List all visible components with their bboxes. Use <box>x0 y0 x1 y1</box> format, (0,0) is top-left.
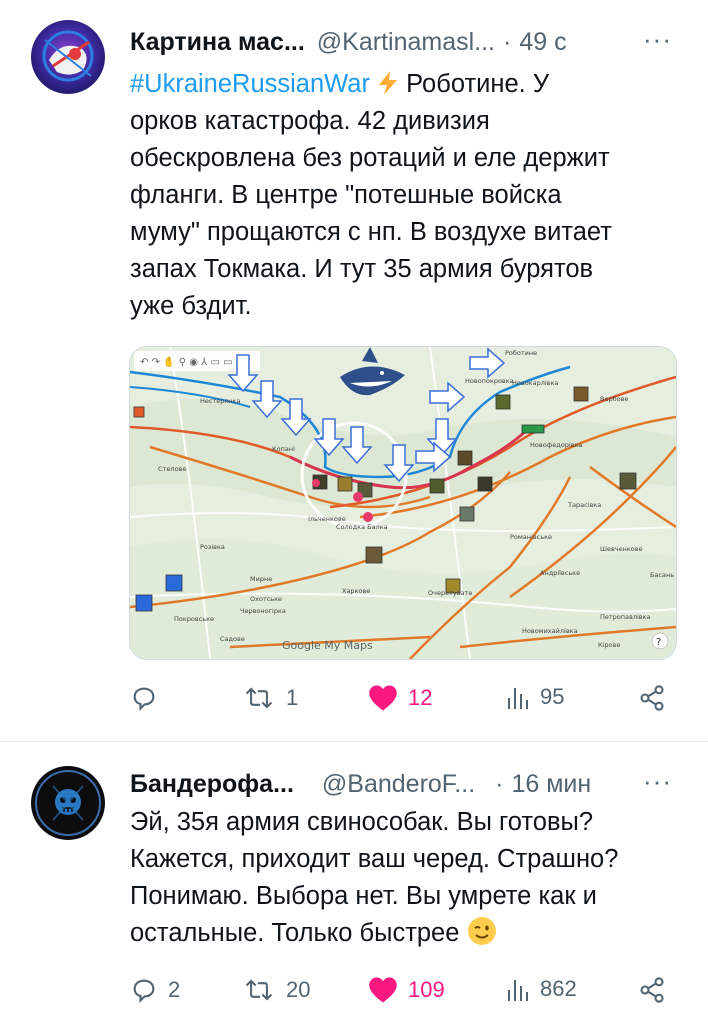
reply-button[interactable] <box>130 684 168 712</box>
reply-icon <box>133 979 155 1004</box>
tweet-header: Картина мас... @Kartinamasl... · 49 с <box>130 28 567 57</box>
author-name[interactable]: Бандерофа... <box>130 770 294 799</box>
reply-count: 2 <box>168 977 181 1002</box>
svg-text:Новопокровка: Новопокровка <box>465 377 514 385</box>
timestamp[interactable]: 16 мин <box>511 770 591 799</box>
tweet-text-line: Эй, 35я армия свинособак. Вы готовы? <box>130 808 593 836</box>
share-button[interactable] <box>638 684 666 712</box>
share-icon <box>640 977 664 1003</box>
more-options-button[interactable]: ··· <box>643 766 672 797</box>
more-options-button[interactable]: ··· <box>643 24 672 55</box>
like-count: 109 <box>408 977 445 1002</box>
tweet-text: Эй, 35я армия свинособак. Вы готовы? Каж… <box>130 804 690 952</box>
retweet-count: 20 <box>286 977 311 1002</box>
tweet-1[interactable]: Картина мас... @Kartinamasl... · 49 с ··… <box>0 0 708 742</box>
wink-emoji-icon <box>467 917 496 945</box>
author-avatar[interactable] <box>31 20 105 94</box>
svg-text:Копані: Копані <box>272 445 295 453</box>
svg-text:↶ ↷ ✋ ⚲ ◉ ⅄ ▭ ▭: ↶ ↷ ✋ ⚲ ◉ ⅄ ▭ ▭ <box>140 355 233 368</box>
retweet-button[interactable]: 20 <box>242 976 310 1004</box>
svg-text:Новомихайлівка: Новомихайлівка <box>522 627 578 635</box>
like-icon <box>369 685 397 711</box>
tweet-text-line: Роботине. У <box>406 70 550 98</box>
svg-text:Мирне: Мирне <box>250 575 272 583</box>
avatar-image <box>31 20 105 94</box>
like-count: 12 <box>408 685 433 710</box>
svg-text:Харкове: Харкове <box>342 587 370 595</box>
svg-text:Роботине: Роботине <box>505 349 537 357</box>
svg-text:Покровське: Покровське <box>174 615 214 623</box>
svg-text:Петропавлівка: Петропавлівка <box>600 613 651 621</box>
timestamp[interactable]: 49 с <box>519 28 566 57</box>
svg-text:Степове: Степове <box>158 465 186 473</box>
tweet-text-line: остальные. Только быстрее <box>130 919 460 947</box>
hashtag-link[interactable]: #UkraineRussianWar <box>130 70 370 98</box>
tweet-header: Бандерофа... @BanderoF... · 16 мин <box>130 770 591 799</box>
map-watermark: Google My Maps <box>282 639 373 652</box>
svg-text:Солодка Балка: Солодка Балка <box>336 523 388 531</box>
share-icon <box>640 685 664 711</box>
dot-separator: · <box>495 770 504 798</box>
tweet-text-line: обескровлена без ротаций и еле держит <box>130 144 610 172</box>
tweet-2[interactable]: Бандерофа... @BanderoF... · 16 мин ··· Э… <box>0 742 708 1024</box>
svg-text:Шевченкове: Шевченкове <box>600 545 643 553</box>
tweet-text-line: запах Токмака. И тут 35 армия бурятов <box>130 255 594 283</box>
author-name[interactable]: Картина мас... <box>130 28 305 57</box>
author-handle[interactable]: @Kartinamasl... <box>317 28 495 57</box>
svg-text:Ільченкове: Ільченкове <box>308 515 346 523</box>
svg-text:Нестерянка: Нестерянка <box>200 397 240 405</box>
reply-button[interactable]: 2 <box>130 976 180 1004</box>
map-help-button: ? <box>656 637 661 648</box>
svg-text:Новокарлівка: Новокарлівка <box>512 379 558 387</box>
views-count: 862 <box>540 976 577 1001</box>
retweet-count: 1 <box>286 685 299 710</box>
tweet-line-1: #UkraineRussianWar Роботине. У <box>130 66 670 103</box>
tweet-text-line: уже бздит. <box>130 292 252 320</box>
retweet-button[interactable]: 1 <box>242 684 298 712</box>
svg-text:Тарасівка: Тарасівка <box>567 501 601 509</box>
svg-text:Андріївське: Андріївське <box>540 569 580 577</box>
reply-icon <box>133 687 155 712</box>
like-icon <box>369 977 397 1003</box>
views-button[interactable]: 862 <box>506 976 577 1002</box>
tweet-text: #UkraineRussianWar Роботине. У орков кат… <box>130 66 670 325</box>
tweet-text-line-last: остальные. Только быстрее <box>130 915 690 952</box>
author-avatar[interactable] <box>31 766 105 840</box>
tweet-text-line: Понимаю. Выбора нет. Вы умрете как и <box>130 882 597 910</box>
tweet-text-line: орков катастрофа. 42 дивизия <box>130 107 490 135</box>
like-button[interactable]: 12 <box>368 684 432 712</box>
views-button[interactable]: 95 <box>506 684 564 710</box>
tweet-actions: 1 12 95 <box>130 678 670 718</box>
like-button[interactable]: 109 <box>368 976 445 1004</box>
svg-text:Кірове: Кірове <box>598 641 620 649</box>
svg-text:Вербове: Вербове <box>600 395 628 403</box>
share-button[interactable] <box>638 976 666 1004</box>
views-icon <box>508 688 528 709</box>
avatar-image <box>31 766 105 840</box>
svg-text:Садове: Садове <box>220 635 245 643</box>
svg-text:Романівське: Романівське <box>510 533 552 541</box>
svg-text:Розівка: Розівка <box>200 543 225 551</box>
map-image[interactable]: ↶ ↷ ✋ ⚲ ◉ ⅄ ▭ ▭ Новопокровка Новокарлівк… <box>129 346 677 660</box>
map-svg: ↶ ↷ ✋ ⚲ ◉ ⅄ ▭ ▭ Новопокровка Новокарлівк… <box>130 347 676 659</box>
retweet-icon <box>245 687 273 709</box>
author-handle[interactable]: @BanderoF... <box>322 770 475 799</box>
svg-text:Очеретувате: Очеретувате <box>428 589 472 597</box>
retweet-icon <box>245 979 273 1001</box>
dot-separator: · <box>503 28 512 56</box>
views-count: 95 <box>540 684 565 709</box>
lightning-icon <box>377 70 406 98</box>
svg-text:Басань: Басань <box>650 571 674 579</box>
tweet-text-line: фланги. В центре "потешные войска <box>130 181 562 209</box>
tweet-text-line: муму" прощаются с нп. В воздухе витает <box>130 218 612 246</box>
tweet-actions: 2 20 109 862 <box>130 970 670 1010</box>
svg-text:Червоногірка: Червоногірка <box>240 607 286 615</box>
tweet-text-line: Кажется, приходит ваш черед. Страшно? <box>130 845 619 873</box>
views-icon <box>508 980 528 1001</box>
svg-text:Новофедорівка: Новофедорівка <box>530 441 582 449</box>
svg-text:Охотське: Охотське <box>250 595 282 603</box>
